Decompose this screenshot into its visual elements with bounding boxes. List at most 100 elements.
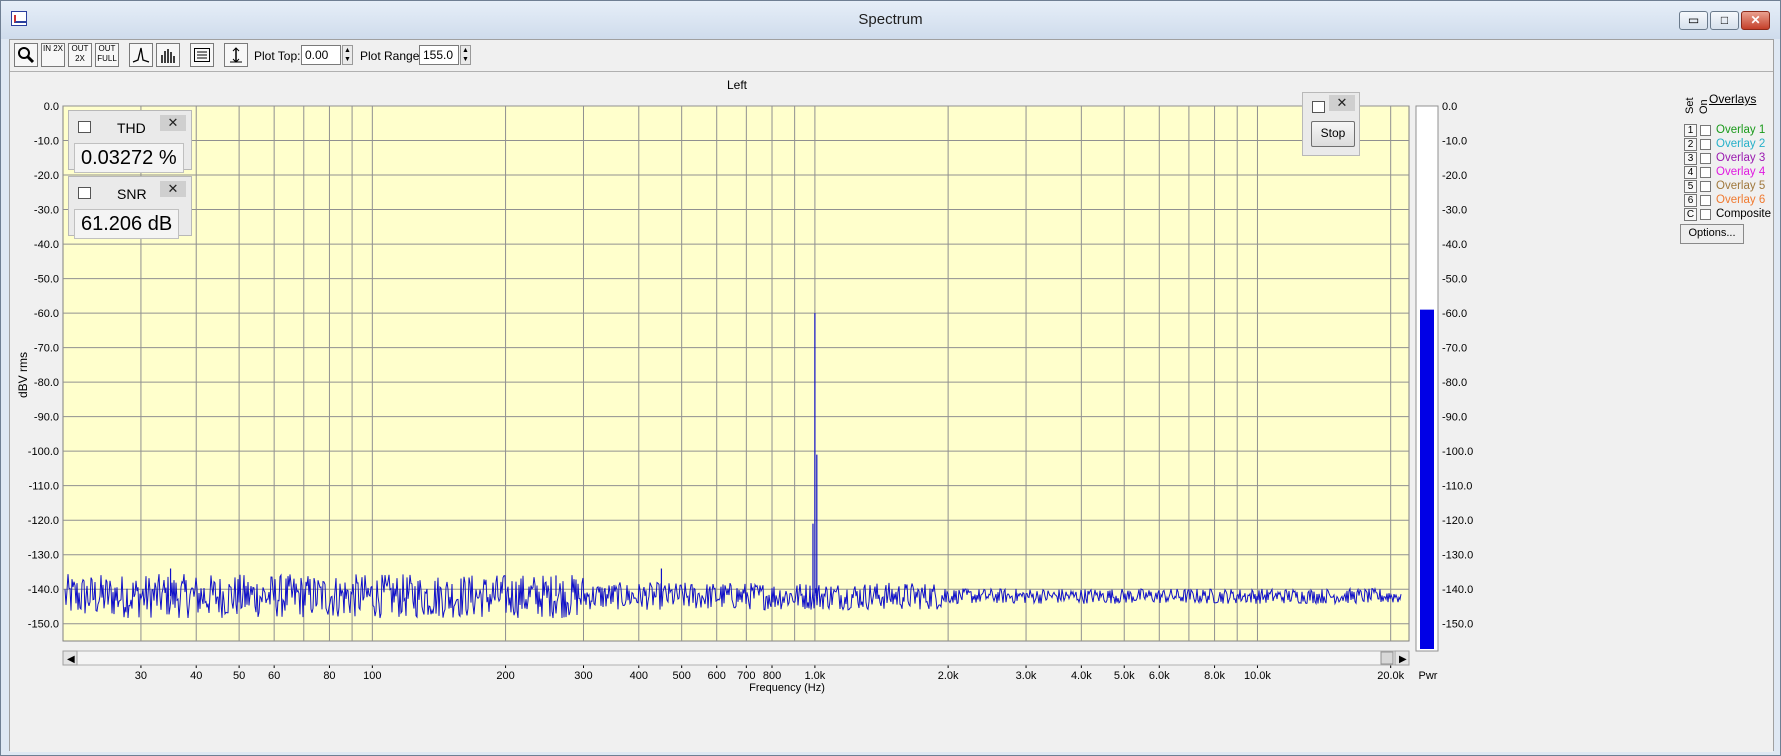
plot-range-input[interactable]: 155.0: [419, 45, 459, 65]
overlay-label: Overlay 3: [1716, 152, 1766, 164]
y-tick-label: -150.0: [28, 619, 59, 631]
title-bar[interactable]: Spectrum ▭ □ ✕: [1, 1, 1780, 39]
x-tick-label: 100: [363, 670, 381, 682]
overlay-on-checkbox[interactable]: [1700, 139, 1711, 150]
power-scale-label: -10.0: [1442, 136, 1467, 148]
zoom-out-2x-button[interactable]: OUT 2X: [68, 43, 92, 67]
zoom-icon: [18, 47, 35, 64]
x-tick-label: 80: [323, 670, 335, 682]
zoom-in-2x-button[interactable]: IN 2X: [41, 43, 65, 67]
bars-button[interactable]: [156, 43, 180, 67]
x-tick-label: 300: [574, 670, 592, 682]
settings-panel-icon: [194, 48, 210, 62]
y-tick-label: -100.0: [28, 446, 59, 458]
y-tick-label: -80.0: [34, 377, 59, 389]
y-tick-label: 0.0: [44, 101, 59, 113]
cursor-marker-button[interactable]: [224, 43, 248, 67]
spectrum-chart[interactable]: Left 0.0 -10.0 -20.0 -30.0 -40.0 -50.0 -60.0 -7…: [10, 72, 1773, 752]
overlay-label: Overlay 5: [1716, 180, 1766, 192]
snr-label: SNR: [117, 186, 147, 202]
power-scale-label: -90.0: [1442, 412, 1467, 424]
y-tick-label: -50.0: [34, 274, 59, 286]
y-tick-label: -90.0: [34, 412, 59, 424]
thd-value: 0.03272 %: [74, 143, 184, 173]
y-tick-label: -60.0: [34, 308, 59, 320]
overlay-set-button[interactable]: 2: [1684, 138, 1697, 151]
stop-button[interactable]: Stop: [1311, 121, 1355, 147]
spectrum-window: Spectrum ▭ □ ✕ IN 2X OUT 2X OUT FULL Plo…: [0, 0, 1781, 756]
x-tick-label: 700: [737, 670, 755, 682]
x-axis-label: Frequency (Hz): [749, 682, 825, 694]
overlay-on-checkbox[interactable]: [1700, 153, 1711, 164]
power-scale-label: -40.0: [1442, 239, 1467, 251]
overlays-panel: Overlays Set On 1 Overlay 1 2 Overlay 2 3 Ove…: [1680, 90, 1781, 250]
y-tick-label: -70.0: [34, 343, 59, 355]
settings-panel-button[interactable]: [190, 43, 214, 67]
client-area: IN 2X OUT 2X OUT FULL Plot Top: 0.00 ▲ ▼ …: [9, 39, 1774, 752]
scroll-left-icon: ◀: [67, 654, 75, 665]
overlay-on-checkbox[interactable]: [1700, 195, 1711, 206]
power-scale-label: -150.0: [1442, 619, 1473, 631]
overlay-set-button[interactable]: C: [1684, 208, 1697, 221]
y-tick-label: -40.0: [34, 239, 59, 251]
x-tick-label: 3.0k: [1016, 670, 1037, 682]
plot-top-input[interactable]: 0.00: [301, 45, 341, 65]
peak-icon: [132, 47, 150, 63]
overlay-on-checkbox[interactable]: [1700, 181, 1711, 192]
power-scale-label: -120.0: [1442, 515, 1473, 527]
options-button[interactable]: Options...: [1680, 224, 1744, 244]
plot-background: [62, 105, 1410, 642]
close-stop-widget-button[interactable]: ✕: [1329, 95, 1355, 111]
plot-range-spinner[interactable]: ▲ ▼: [460, 45, 471, 65]
x-tick-label: 2.0k: [938, 670, 959, 682]
overlay-on-checkbox[interactable]: [1700, 209, 1711, 220]
window-title: Spectrum: [858, 11, 923, 28]
power-scale-label: -30.0: [1442, 205, 1467, 217]
thd-label: THD: [117, 120, 146, 136]
x-tick-label: 1.0k: [804, 670, 825, 682]
x-tick-label: 50: [233, 670, 245, 682]
x-tick-label: 40: [190, 670, 202, 682]
plot-top-label: Plot Top:: [254, 49, 301, 63]
power-scale-label: -80.0: [1442, 377, 1467, 389]
minimize-button[interactable]: ▭: [1679, 11, 1708, 30]
overlay-set-button[interactable]: 3: [1684, 152, 1697, 165]
power-meter-level: [1420, 309, 1434, 649]
zoom-button[interactable]: [14, 43, 38, 67]
x-tick-label: 800: [763, 670, 781, 682]
maximize-button[interactable]: □: [1710, 11, 1739, 30]
chart-title: Left: [727, 78, 748, 92]
y-tick-label: -10.0: [34, 136, 59, 148]
overlay-on-checkbox[interactable]: [1700, 125, 1711, 136]
x-tick-label: 500: [672, 670, 690, 682]
overlay-on-checkbox[interactable]: [1700, 167, 1711, 178]
overlay-set-button[interactable]: 1: [1684, 124, 1697, 137]
thd-widget[interactable]: THD ✕ 0.03272 %: [68, 110, 192, 173]
snr-value: 61.206 dB: [74, 209, 180, 239]
zoom-out-full-button[interactable]: OUT FULL: [95, 43, 119, 67]
x-tick-label: 20.0k: [1377, 670, 1404, 682]
overlay-set-button[interactable]: 5: [1684, 180, 1697, 193]
close-thd-button[interactable]: ✕: [160, 115, 186, 131]
close-snr-button[interactable]: ✕: [160, 181, 186, 197]
overlay-set-button[interactable]: 4: [1684, 166, 1697, 179]
power-meter-label: Pwr: [1419, 670, 1438, 682]
y-tick-labels: 0.0 -10.0 -20.0 -30.0 -40.0 -50.0 -60.0 -70.0 -8…: [28, 101, 59, 631]
scrollbar-thumb[interactable]: [1380, 651, 1394, 665]
x-tick-label: 8.0k: [1204, 670, 1225, 682]
power-scale-label: 0.0: [1442, 101, 1457, 113]
overlay-set-button[interactable]: 6: [1684, 194, 1697, 207]
horizontal-scrollbar[interactable]: [62, 650, 1410, 666]
x-tick-label: 600: [708, 670, 726, 682]
snr-widget[interactable]: SNR ✕ 61.206 dB: [68, 176, 192, 239]
x-tick-label: 200: [496, 670, 514, 682]
overlay-label: Overlay 4: [1716, 166, 1766, 178]
x-tick-label: 6.0k: [1149, 670, 1170, 682]
stop-widget[interactable]: ✕ Stop: [1302, 92, 1360, 156]
close-button[interactable]: ✕: [1741, 11, 1770, 30]
x-tick-label: 30: [135, 670, 147, 682]
plot-top-spinner[interactable]: ▲ ▼: [342, 45, 353, 65]
x-tick-label: 5.0k: [1114, 670, 1135, 682]
overlay-label: Overlay 1: [1716, 124, 1766, 136]
peak-button[interactable]: [129, 43, 153, 67]
